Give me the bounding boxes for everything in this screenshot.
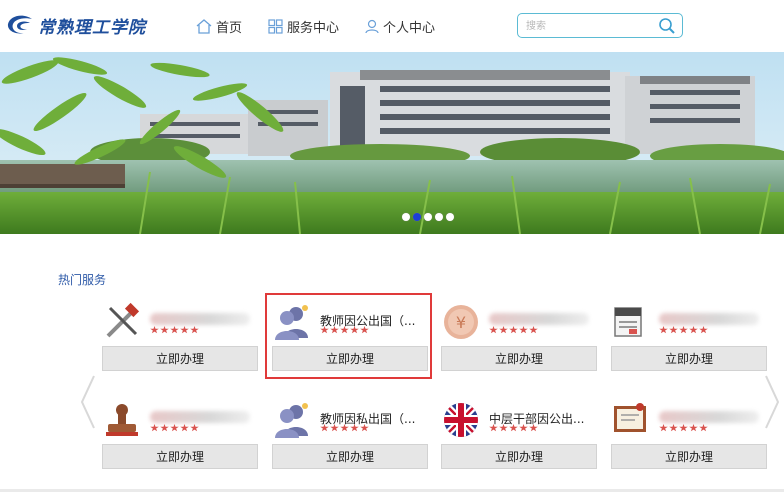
search-box	[517, 13, 683, 38]
apply-now-button[interactable]: 立即办理	[441, 444, 597, 469]
rating-stars	[489, 424, 538, 432]
star-icon	[150, 424, 159, 432]
nav-item-service-center[interactable]: 服务中心	[268, 16, 339, 36]
service-card: 立即办理	[102, 302, 262, 374]
carousel-dot[interactable]	[446, 213, 454, 221]
carousel-indicators	[402, 213, 454, 221]
star-icon	[499, 326, 508, 334]
carousel-dot[interactable]	[424, 213, 432, 221]
apply-now-button[interactable]: 立即办理	[102, 346, 258, 371]
logo-text: 常熟理工学院	[38, 17, 146, 38]
home-icon	[196, 18, 212, 34]
nav-item-personal-center-label: 个人中心	[383, 20, 436, 36]
star-icon	[489, 326, 498, 334]
service-card: ¥ 立即办理	[441, 302, 601, 374]
uk-flag-icon	[444, 403, 478, 437]
star-icon	[679, 326, 688, 334]
star-icon	[330, 424, 339, 432]
rating-stars	[150, 326, 199, 334]
logo-mark-icon	[7, 15, 32, 34]
news-icon	[614, 307, 642, 337]
star-icon	[699, 326, 708, 334]
banner-carousel[interactable]	[0, 52, 784, 234]
header: 常熟理工学院 首页 服务中心 个人中心	[0, 0, 784, 52]
chevron-left-icon[interactable]	[78, 372, 98, 432]
search-input[interactable]	[526, 18, 656, 34]
tools-icon	[106, 302, 140, 338]
grid-icon	[268, 18, 283, 34]
star-icon	[160, 424, 169, 432]
rating-stars	[150, 424, 199, 432]
carousel-dot[interactable]	[435, 213, 443, 221]
star-icon	[489, 424, 498, 432]
blurred-service-name	[150, 313, 250, 325]
search-icon[interactable]	[658, 17, 676, 35]
section-title: 热门服务	[58, 273, 107, 287]
star-icon	[170, 326, 179, 334]
star-icon	[669, 424, 678, 432]
nav-item-service-center-label: 服务中心	[287, 20, 340, 36]
nav-item-home[interactable]: 首页	[196, 16, 242, 36]
service-card: 教师因私出国（... 立即办理	[272, 400, 432, 472]
star-icon	[509, 424, 518, 432]
star-icon	[509, 326, 518, 334]
carousel-dot[interactable]	[402, 213, 410, 221]
campus-photo	[0, 52, 784, 234]
logo[interactable]: 常熟理工学院	[6, 12, 156, 38]
star-icon	[180, 424, 189, 432]
blurred-service-name	[150, 411, 250, 423]
star-icon	[519, 326, 528, 334]
rating-stars	[659, 424, 708, 432]
star-icon	[160, 326, 169, 334]
apply-now-button[interactable]: 立即办理	[272, 444, 428, 469]
rating-stars	[659, 326, 708, 334]
star-icon	[340, 424, 349, 432]
apply-now-button[interactable]: 立即办理	[611, 444, 767, 469]
carousel-dot-active[interactable]	[413, 213, 421, 221]
star-icon	[170, 424, 179, 432]
service-card: 立即办理	[102, 400, 262, 472]
star-icon	[190, 326, 199, 334]
star-icon	[699, 424, 708, 432]
service-card: 立即办理	[611, 400, 771, 472]
nav-item-home-label: 首页	[216, 20, 243, 36]
coin-icon: ¥	[444, 305, 478, 339]
highlight-box	[265, 293, 432, 379]
nav-item-personal-center[interactable]: 个人中心	[365, 16, 435, 36]
star-icon	[180, 326, 189, 334]
rating-stars	[320, 424, 369, 432]
service-card: 立即办理	[611, 302, 771, 374]
star-icon	[350, 424, 359, 432]
star-icon	[659, 326, 668, 334]
star-icon	[669, 326, 678, 334]
svg-text:¥: ¥	[456, 313, 466, 332]
main-nav: 首页 服务中心 个人中心	[196, 16, 461, 36]
star-icon	[519, 424, 528, 432]
star-icon	[320, 424, 329, 432]
apply-now-button[interactable]: 立即办理	[611, 346, 767, 371]
service-card: 中层干部因公出... 立即办理	[441, 400, 601, 472]
star-icon	[150, 326, 159, 334]
star-icon	[190, 424, 199, 432]
star-icon	[689, 424, 698, 432]
apply-now-button[interactable]: 立即办理	[102, 444, 258, 469]
blurred-service-name	[489, 313, 589, 325]
certificate-icon	[614, 403, 646, 432]
star-icon	[529, 424, 538, 432]
apply-now-button[interactable]: 立即办理	[441, 346, 597, 371]
stamp-icon	[106, 404, 138, 436]
blurred-service-name	[659, 313, 759, 325]
star-icon	[659, 424, 668, 432]
blurred-service-name	[659, 411, 759, 423]
star-icon	[529, 326, 538, 334]
star-icon	[679, 424, 688, 432]
rating-stars	[489, 326, 538, 334]
star-icon	[360, 424, 369, 432]
star-icon	[689, 326, 698, 334]
users-icon	[275, 403, 308, 438]
star-icon	[499, 424, 508, 432]
user-icon	[365, 19, 379, 33]
